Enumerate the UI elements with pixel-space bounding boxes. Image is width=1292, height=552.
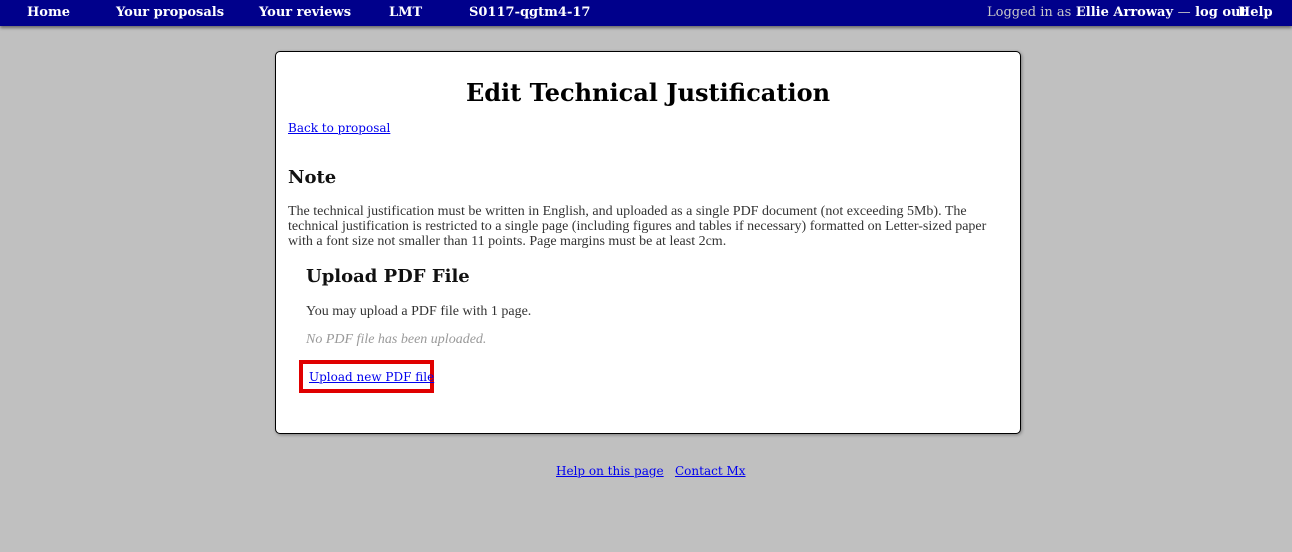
nav-lmt-link[interactable]: LMT [389,5,422,20]
login-status: Logged in as Ellie Arroway — log out [987,5,1246,20]
upload-pdf-heading: Upload PDF File [306,266,470,287]
note-heading: Note [288,167,337,188]
note-text: The technical justification must be writ… [288,204,987,249]
back-to-proposal-link[interactable]: Back to proposal [288,121,390,135]
nav-help-link[interactable]: Help [1238,5,1273,20]
user-name: Ellie Arroway [1075,5,1174,20]
nav-your-reviews-link[interactable]: Your reviews [259,5,351,20]
separator-dash: — [1177,5,1191,20]
upload-info-text: You may upload a PDF file with 1 page. [306,304,532,319]
nav-home-link[interactable]: Home [27,5,70,20]
logged-in-prefix: Logged in as [987,5,1072,20]
no-file-status: No PDF file has been uploaded. [306,332,487,347]
footer-contact-link[interactable]: Contact Mx [675,464,746,478]
main-content-panel: Edit Technical Justification Back to pro… [275,51,1021,434]
page-title: Edit Technical Justification [465,78,831,107]
top-navigation-bar: Home Your proposals Your reviews LMT S01… [0,0,1292,26]
nav-your-proposals-link[interactable]: Your proposals [116,5,224,20]
nav-proposal-code-link[interactable]: S0117-qgtm4-17 [469,5,590,20]
upload-link-highlight: Upload new PDF file [299,360,434,393]
footer-help-link[interactable]: Help on this page [556,464,664,478]
upload-new-pdf-link[interactable]: Upload new PDF file [309,370,434,384]
